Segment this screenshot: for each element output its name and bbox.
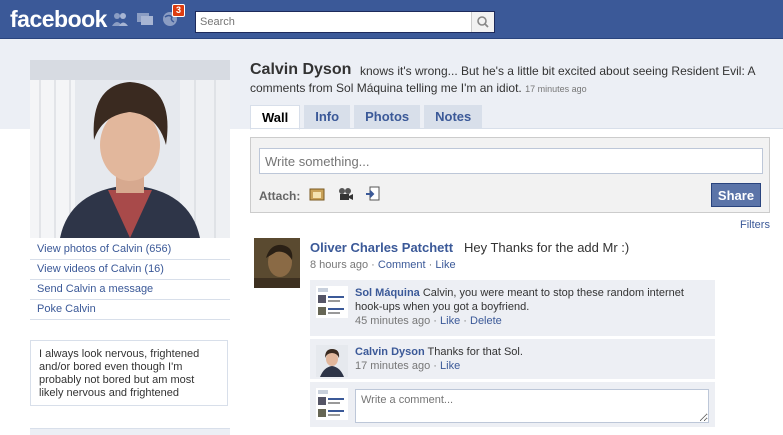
- post-time[interactable]: 8 hours ago: [310, 259, 368, 271]
- comment-body: Sol Máquina Calvin, you were meant to st…: [355, 286, 705, 328]
- tab-notes[interactable]: Notes: [424, 105, 483, 128]
- comment-author[interactable]: Calvin Dyson: [355, 346, 425, 358]
- post-author-name[interactable]: Oliver Charles Patchett: [310, 240, 453, 255]
- status-text-line2: comments from Sol Máquina telling me I'm…: [250, 81, 522, 95]
- attach-video-icon[interactable]: [337, 186, 353, 202]
- attach-label: Attach:: [259, 189, 301, 203]
- write-comment-row: [310, 382, 715, 428]
- comment-author[interactable]: Sol Máquina: [355, 287, 420, 299]
- tab-photos[interactable]: Photos: [354, 105, 421, 128]
- messages-icon[interactable]: [136, 11, 154, 27]
- status-text-continued: comments from Sol Máquina telling me I'm…: [250, 81, 587, 95]
- search-icon: [477, 16, 489, 28]
- comment-like-link[interactable]: Like: [440, 360, 460, 372]
- search-box[interactable]: [195, 11, 495, 33]
- search-button[interactable]: [471, 12, 494, 32]
- post-text: Hey Thanks for the add Mr :): [464, 240, 630, 255]
- comment-time: 45 minutes ago: [355, 315, 431, 327]
- view-photos-link[interactable]: View photos of Calvin (656): [30, 240, 230, 260]
- comment-link[interactable]: Comment: [378, 259, 426, 271]
- notification-badge: 3: [172, 4, 186, 17]
- meta-separator: ·: [433, 360, 437, 372]
- search-input[interactable]: [196, 12, 474, 32]
- comments-list: Sol Máquina Calvin, you were meant to st…: [310, 280, 715, 428]
- send-message-link[interactable]: Send Calvin a message: [30, 280, 230, 300]
- view-videos-link[interactable]: View videos of Calvin (16): [30, 260, 230, 280]
- profile-bio: I always look nervous, frightened and/or…: [30, 340, 228, 406]
- profile-picture[interactable]: [30, 60, 230, 238]
- status-text: knows it's wrong... But he's a little bi…: [360, 64, 756, 78]
- meta-separator: ·: [433, 315, 437, 327]
- meta-separator: ·: [428, 259, 433, 271]
- comment-item: Sol Máquina Calvin, you were meant to st…: [310, 280, 715, 337]
- facebook-logo[interactable]: facebook: [10, 6, 107, 33]
- meta-separator: ·: [463, 315, 467, 327]
- comment-item: Calvin Dyson Thanks for that Sol. 17 min…: [310, 339, 715, 380]
- tab-wall[interactable]: Wall: [250, 105, 301, 130]
- post-meta: 8 hours ago · Comment · Like: [310, 259, 456, 271]
- commenter-avatar[interactable]: [316, 345, 348, 377]
- share-button[interactable]: Share: [711, 183, 761, 207]
- friend-requests-icon[interactable]: [111, 11, 129, 27]
- comment-time: 17 minutes ago: [355, 360, 431, 372]
- my-avatar: [316, 388, 348, 420]
- tab-divider: [250, 128, 783, 129]
- profile-name[interactable]: Calvin Dyson: [250, 61, 351, 79]
- wall-publisher: Attach: Share: [250, 137, 770, 213]
- attach-photo-icon[interactable]: [309, 186, 325, 202]
- comment-body: Calvin Dyson Thanks for that Sol. 17 min…: [355, 345, 705, 373]
- commenter-avatar[interactable]: [316, 286, 348, 318]
- tab-info[interactable]: Info: [304, 105, 351, 128]
- top-bar: facebook 3: [0, 0, 783, 39]
- write-something-input[interactable]: [259, 148, 763, 174]
- filters-link[interactable]: Filters: [740, 219, 770, 231]
- profile-action-links: View photos of Calvin (656) View videos …: [30, 240, 230, 320]
- meta-separator: ·: [371, 259, 375, 271]
- like-link[interactable]: Like: [435, 259, 455, 271]
- attach-link-icon[interactable]: [365, 186, 381, 202]
- status-time: 17 minutes ago: [525, 84, 587, 94]
- poke-link[interactable]: Poke Calvin: [30, 300, 230, 320]
- post-author-avatar[interactable]: [254, 238, 300, 288]
- profile-tabs: Wall Info Photos Notes: [250, 105, 486, 130]
- comment-like-link[interactable]: Like: [440, 315, 460, 327]
- write-comment-input[interactable]: [355, 389, 709, 423]
- comment-delete-link[interactable]: Delete: [470, 315, 502, 327]
- comment-text: Thanks for that Sol.: [427, 346, 523, 358]
